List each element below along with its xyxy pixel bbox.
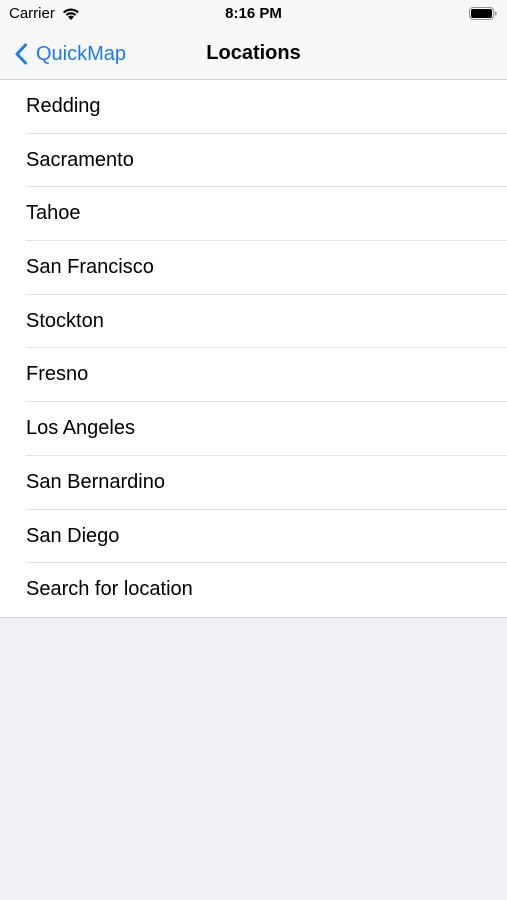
list-item-label: Fresno [26,363,89,386]
list-item-san-bernardino[interactable]: San Bernardino [0,456,507,510]
status-time: 8:16 PM [225,5,282,22]
list-item-label: Tahoe [26,202,81,225]
list-item-label: Sacramento [26,148,134,171]
battery-icon [469,7,497,20]
list-item-fresno[interactable]: Fresno [0,348,507,402]
page-title: Locations [206,42,301,64]
list-item-san-francisco[interactable]: San Francisco [0,241,507,295]
list-item-los-angeles[interactable]: Los Angeles [0,402,507,456]
list-item-label: Search for location [26,578,193,601]
list-item-search-for-location[interactable]: Search for location [0,563,507,617]
list-item-label: Stockton [26,309,104,332]
list-item-stockton[interactable]: Stockton [0,295,507,349]
status-bar: Carrier 8:16 PM [0,0,507,30]
navigation-bar: QuickMap Locations [0,30,507,80]
list-item-san-diego[interactable]: San Diego [0,510,507,564]
list-item-label: Redding [26,95,101,117]
list-item-label: Los Angeles [26,417,135,440]
list-item-label: San Francisco [26,256,154,279]
list-item-sacramento[interactable]: Sacramento [0,134,507,188]
locations-list: Redding Sacramento Tahoe San Francisco S… [0,80,507,618]
list-item-label: San Bernardino [26,470,165,493]
list-item-redding[interactable]: Redding [0,80,507,134]
list-item-label: San Diego [26,524,120,547]
list-item-tahoe[interactable]: Tahoe [0,187,507,241]
